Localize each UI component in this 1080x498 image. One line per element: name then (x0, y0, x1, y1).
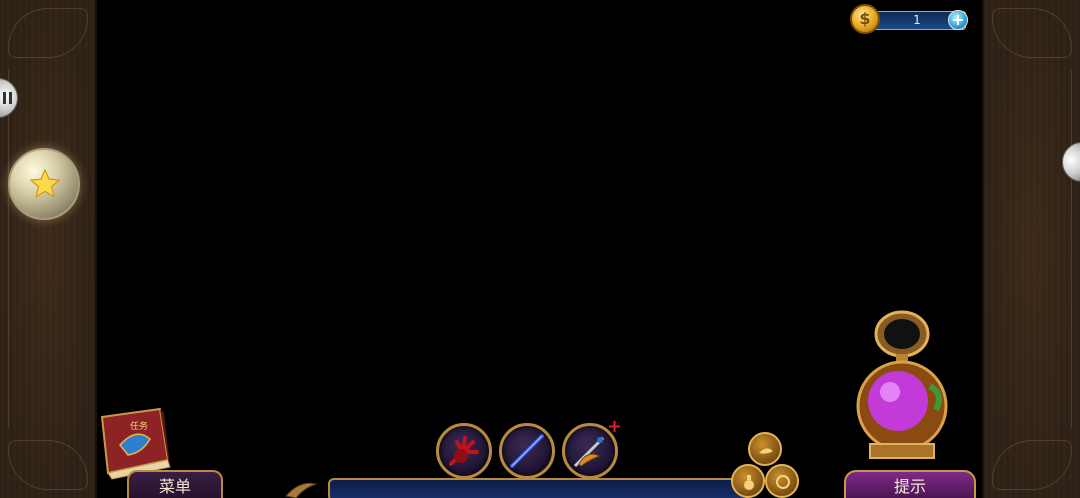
claw-icon (449, 436, 479, 466)
rail (1071, 70, 1072, 428)
ornament (992, 8, 1072, 58)
hint-orb[interactable] (848, 306, 960, 471)
pause-icon (3, 92, 12, 104)
task-book-label: 任务 (130, 420, 148, 432)
coin-icon: $ (850, 4, 880, 34)
coin-counter: 1 $ + (850, 4, 972, 34)
star-icon (29, 168, 61, 198)
trinket-icon (776, 475, 790, 489)
achievement-star-button[interactable] (8, 148, 80, 220)
bottle-icon (744, 475, 754, 490)
hint-button[interactable]: 提示 (844, 470, 976, 498)
lamp-icon (759, 448, 773, 454)
inventory-slot-claw[interactable] (436, 423, 492, 479)
rail (8, 70, 9, 428)
dagger-icon (573, 436, 605, 468)
item-button[interactable] (765, 464, 799, 498)
lamp-button[interactable] (748, 432, 782, 466)
left-side-panel (0, 0, 97, 498)
menu-button[interactable]: 菜单 (127, 470, 223, 498)
ornament (8, 8, 88, 58)
ornament (992, 440, 1072, 490)
right-side-panel (982, 0, 1080, 498)
new-item-marker: + (607, 416, 623, 437)
bottle-button[interactable] (731, 464, 765, 498)
ornament (8, 440, 88, 490)
inventory-scroll-left-icon[interactable] (282, 478, 322, 498)
task-book-button[interactable]: 任务 (98, 405, 218, 480)
wand-icon (510, 434, 544, 468)
inventory-slot-wand[interactable] (499, 423, 555, 479)
inventory-bar (328, 478, 748, 498)
add-coins-button[interactable]: + (948, 10, 968, 30)
